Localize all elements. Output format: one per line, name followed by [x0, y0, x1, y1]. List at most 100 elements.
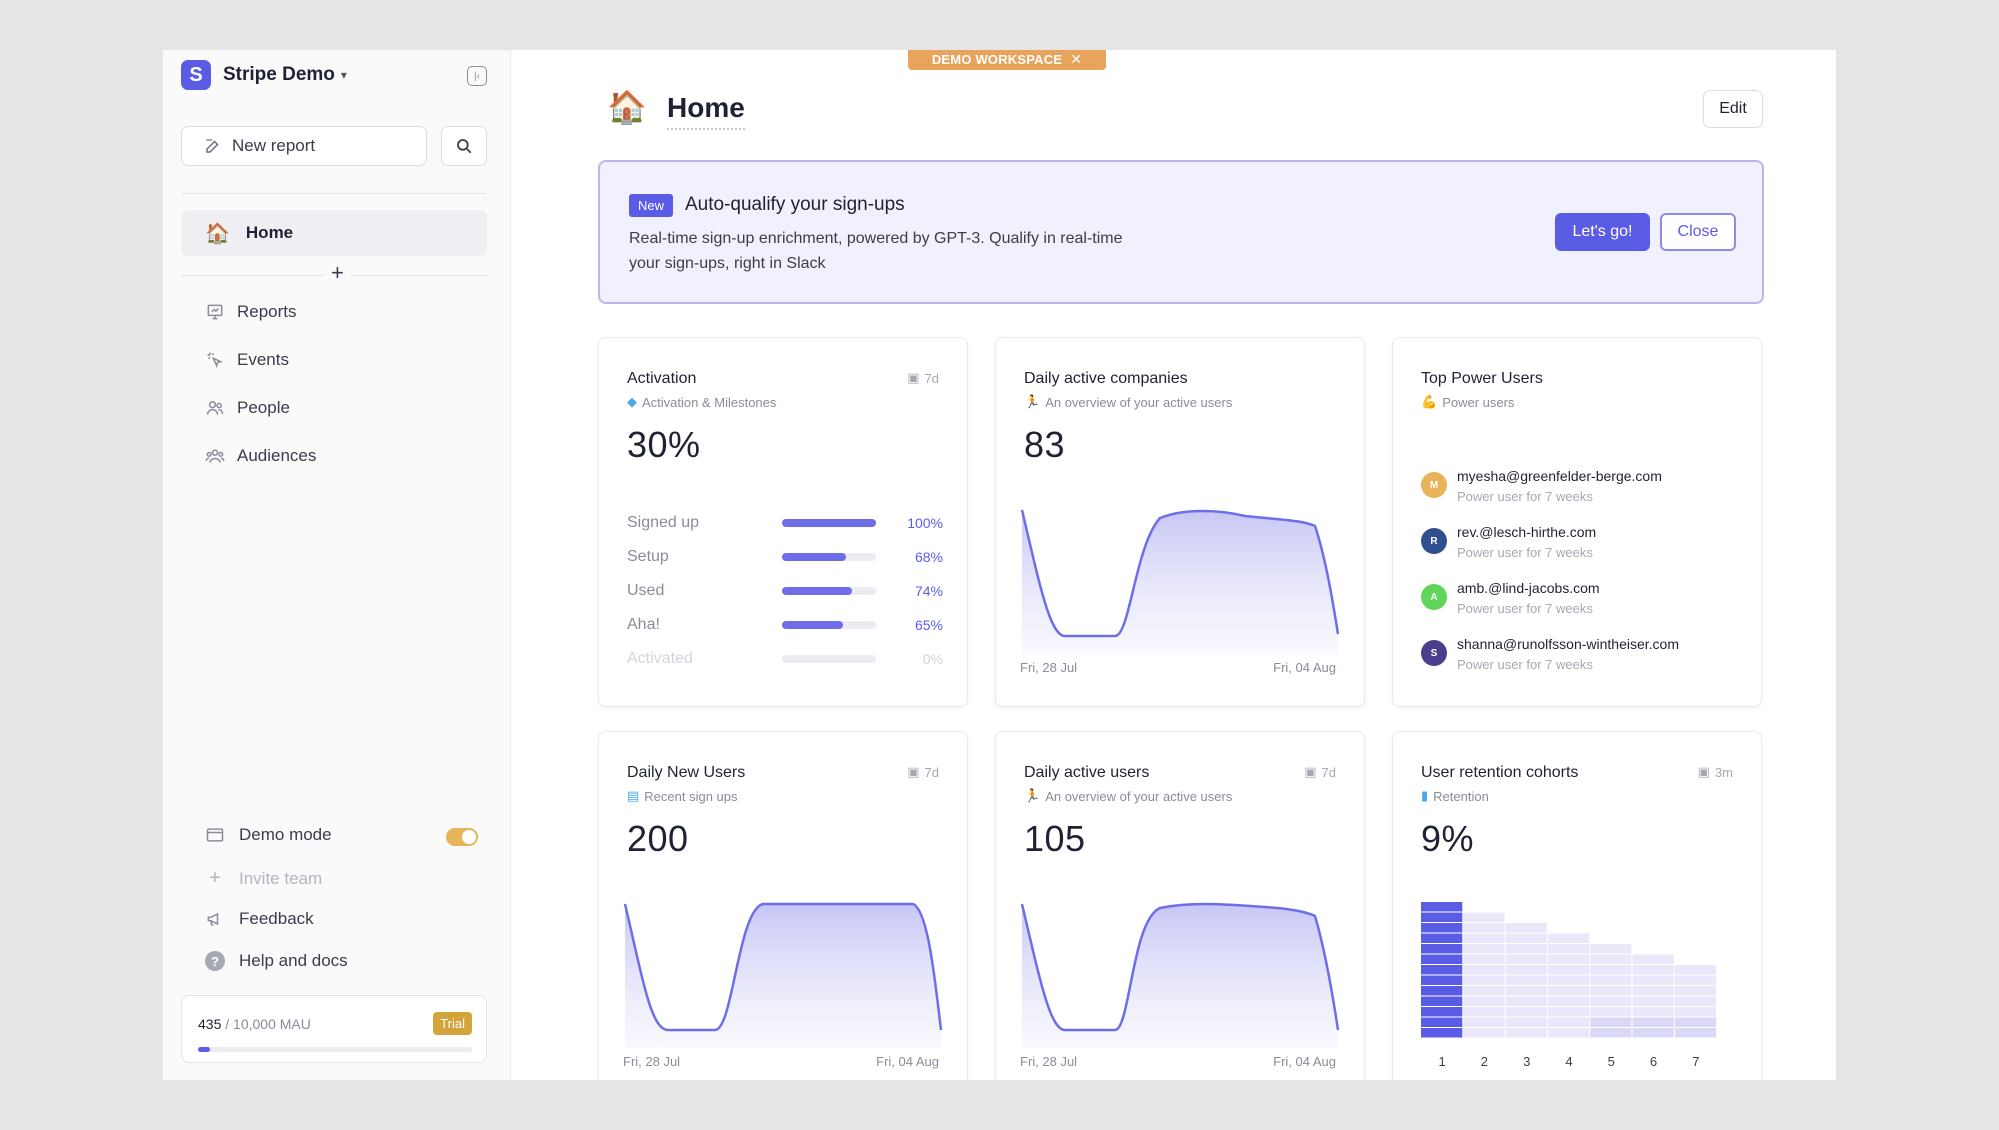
metric-value: 105 — [1024, 818, 1086, 859]
cohort-cell — [1505, 1017, 1547, 1027]
user-description: Power user for 7 weeks — [1457, 601, 1593, 616]
help-docs-label: Help and docs — [239, 951, 348, 970]
search-button[interactable] — [441, 126, 487, 166]
daily-active-companies-card[interactable]: Daily active companies 🏃 An overview of y… — [995, 337, 1365, 707]
collapse-sidebar-icon[interactable]: |‹ — [467, 66, 487, 86]
sidebar-item-reports[interactable]: Reports — [205, 302, 297, 322]
user-description: Power user for 7 weeks — [1457, 545, 1593, 560]
cohort-cell — [1505, 944, 1547, 954]
user-description: Power user for 7 weeks — [1457, 657, 1593, 672]
cohort-cell — [1505, 965, 1547, 975]
funnel-label: Setup — [627, 548, 669, 565]
card-subtitle: ▮ Retention — [1421, 788, 1489, 804]
funnel-label: Activated — [627, 650, 693, 667]
runner-icon: 🏃 — [1024, 788, 1041, 803]
cohort-cell — [1421, 954, 1463, 964]
cohort-cell — [1421, 944, 1463, 954]
mau-usage-card[interactable]: 435 / 10,000 MAU Trial — [181, 995, 487, 1063]
cohort-cell — [1547, 954, 1590, 964]
user-retention-cohorts-card[interactable]: User retention cohorts ▮ Retention ▣ 3m 9%… — [1392, 731, 1762, 1080]
mau-usage-text: 435 / 10,000 MAU — [198, 1016, 311, 1032]
sidebar-item-home[interactable]: 🏠 Home — [181, 210, 487, 256]
demo-mode-toggle[interactable] — [446, 828, 478, 846]
sidebar-item-people[interactable]: People — [205, 398, 290, 418]
megaphone-icon — [207, 912, 219, 926]
sidebar-item-audiences[interactable]: Audiences — [205, 446, 316, 466]
cohort-cell — [1463, 996, 1505, 1006]
card-subtitle: ◆ Activation & Milestones — [627, 394, 776, 410]
mau-used: 435 — [198, 1016, 222, 1032]
trial-badge: Trial — [433, 1012, 472, 1035]
sidebar-item-events[interactable]: Events — [205, 350, 289, 370]
workspace-switcher[interactable]: S Stripe Demo ▾ — [181, 60, 347, 90]
pencil-icon — [206, 139, 219, 153]
funnel-row: Activated 0% — [627, 649, 943, 669]
metric-value: 30% — [627, 424, 701, 465]
funnel-row: Used 74% — [627, 581, 943, 601]
card-subtitle-text: Retention — [1433, 788, 1489, 804]
lets-go-button[interactable]: Let's go! — [1555, 213, 1650, 251]
page-title[interactable]: Home — [667, 92, 745, 130]
daily-new-users-card[interactable]: Daily New Users ▤ Recent sign ups ▣ 7d 200… — [598, 731, 968, 1080]
power-user-row[interactable]: Rrev.@lesch-hirthe.com Power user for 7 w… — [1421, 524, 1596, 560]
cohort-cell — [1547, 1028, 1590, 1038]
edit-button[interactable]: Edit — [1703, 90, 1763, 128]
avatar: M — [1421, 472, 1447, 498]
cohort-x-label: 5 — [1607, 1054, 1615, 1069]
cohort-cell — [1505, 986, 1547, 996]
calendar-icon: ▣ — [907, 764, 920, 779]
close-banner-button[interactable]: Close — [1660, 213, 1736, 251]
cohort-cell — [1463, 1028, 1505, 1038]
funnel-bar — [782, 519, 876, 527]
cohort-cell — [1421, 1007, 1463, 1017]
card-subtitle: ▤ Recent sign ups — [627, 788, 738, 804]
card-period-text: 3m — [1714, 764, 1733, 780]
top-power-users-card[interactable]: Top Power Users 💪 Power users Mmyesha@gre… — [1392, 337, 1762, 707]
bar-chart-icon: ▮ — [1421, 788, 1429, 803]
add-section-button[interactable]: + — [325, 262, 350, 284]
card-title: User retention cohorts — [1421, 764, 1579, 781]
feedback-item[interactable]: Feedback — [205, 909, 314, 929]
activation-card[interactable]: Activation ◆ Activation & Milestones ▣ 7d … — [598, 337, 968, 707]
house-icon[interactable]: 🏠 — [607, 88, 647, 126]
card-title: Top Power Users — [1421, 370, 1543, 387]
feedback-label: Feedback — [239, 909, 314, 928]
cohort-cell — [1421, 1028, 1463, 1038]
calendar-icon: ▣ — [1697, 764, 1710, 779]
power-user-row[interactable]: Aamb.@lind-jacobs.com Power user for 7 we… — [1421, 580, 1600, 616]
gem-icon: ◆ — [627, 394, 637, 409]
cohort-cell — [1590, 1028, 1632, 1038]
cohort-cell — [1463, 986, 1505, 996]
cohort-x-label: 2 — [1480, 1054, 1489, 1069]
card-subtitle-text: Power users — [1442, 394, 1515, 410]
power-user-row[interactable]: Sshanna@runolfsson-wintheiser.com Power u… — [1421, 636, 1679, 672]
card-subtitle: 🏃 An overview of your active users — [1024, 788, 1232, 804]
demo-workspace-ribbon[interactable]: DEMO WORKSPACE ✕ — [908, 50, 1106, 70]
new-report-button[interactable]: New report — [181, 126, 427, 166]
cohort-cell — [1590, 954, 1632, 964]
area-chart — [1020, 509, 1340, 654]
help-docs-item[interactable]: ? Help and docs — [205, 951, 348, 971]
card-subtitle: 🏃 An overview of your active users — [1024, 394, 1232, 410]
cohort-cell — [1463, 1007, 1505, 1017]
card-period-text: 7d — [1321, 764, 1336, 780]
user-email: shanna@runolfsson-wintheiser.com — [1457, 636, 1679, 652]
cohort-cell — [1632, 975, 1674, 985]
cohort-cell — [1505, 1007, 1547, 1017]
cohort-cell — [1632, 1007, 1674, 1017]
daily-active-users-card[interactable]: Daily active users 🏃 An overview of your … — [995, 731, 1365, 1080]
cohort-cell — [1632, 996, 1674, 1006]
banner-description: Real-time sign-up enrichment, powered by… — [629, 226, 1229, 276]
funnel-percent: 0% — [922, 651, 943, 667]
cohort-cell — [1674, 986, 1717, 996]
avatar: R — [1421, 528, 1447, 554]
funnel-label: Used — [627, 582, 665, 599]
new-report-label: New report — [232, 136, 316, 155]
sidebar-item-label: People — [237, 398, 290, 417]
power-user-row[interactable]: Mmyesha@greenfelder-berge.com Power user … — [1421, 468, 1662, 504]
close-icon[interactable]: ✕ — [1070, 51, 1082, 68]
cohort-cell — [1421, 923, 1463, 933]
invite-team-item[interactable]: + Invite team — [205, 867, 322, 890]
card-subtitle: 💪 Power users — [1421, 394, 1514, 410]
cursor-click-icon — [207, 352, 224, 369]
